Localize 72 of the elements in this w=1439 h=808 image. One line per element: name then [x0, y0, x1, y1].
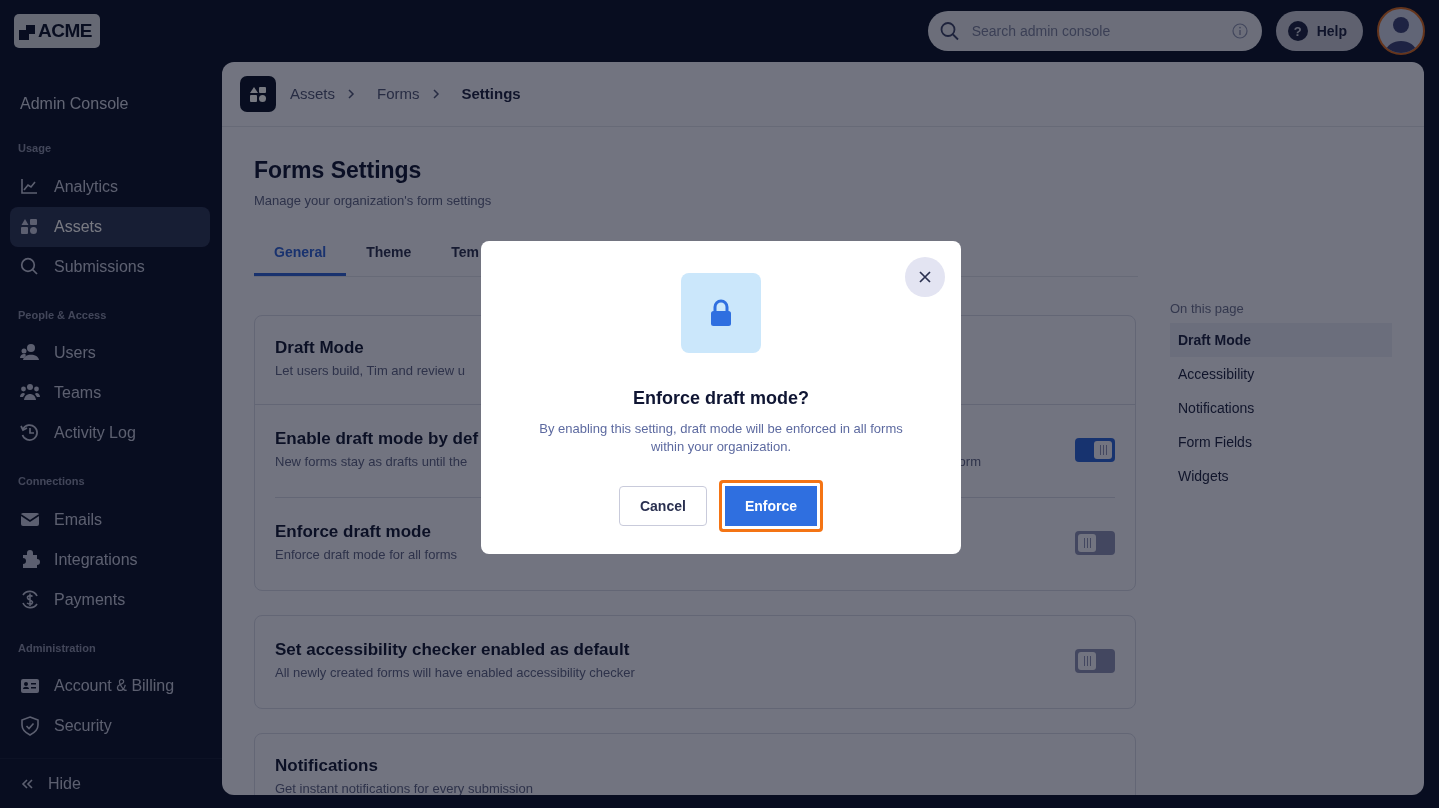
- help-icon: ?: [1287, 21, 1308, 41]
- sidebar-item[interactable]: Account & Billing: [10, 666, 210, 706]
- chevron-icon: [431, 88, 440, 100]
- setting-title: Enable draft mode by def: [275, 429, 479, 450]
- section-heading: Usage: [17, 141, 53, 156]
- close-button[interactable]: [905, 257, 945, 297]
- info-icon: [1231, 23, 1248, 39]
- group-icon: [20, 383, 40, 403]
- sidebar-item[interactable]: Security: [10, 706, 210, 746]
- toc-heading: On this page: [1170, 300, 1245, 318]
- card-description: Let users build, Tim and review u: [275, 362, 467, 381]
- shapes-icon: [20, 216, 40, 237]
- sidebar-item[interactable]: Analytics: [10, 166, 210, 207]
- toggle-switch[interactable]: [1075, 531, 1115, 556]
- breadcrumb-current: Settings: [461, 83, 521, 104]
- hide-button[interactable]: Hide: [0, 758, 222, 808]
- sidebar-item[interactable]: Assets: [10, 206, 210, 247]
- logo[interactable]: ACME: [14, 13, 100, 49]
- enforce-button[interactable]: Enforce: [718, 480, 823, 532]
- page-subtitle: Manage your organization's form settings: [254, 191, 493, 210]
- section-heading: People & Access: [17, 307, 108, 323]
- search-icon: [939, 21, 959, 41]
- card-description: Get instant notifications for every submission: [275, 780, 534, 795]
- section-heading: Connections: [17, 474, 86, 489]
- card-title: Notifications: [275, 756, 379, 777]
- chevron-icon: [347, 88, 355, 100]
- sidebar-item[interactable]: Submissions: [10, 246, 210, 287]
- toc-link[interactable]: Draft Mode: [1170, 322, 1392, 357]
- tab[interactable]: General: [254, 238, 347, 277]
- id-card-icon: [20, 676, 40, 696]
- toggle-switch[interactable]: [1075, 438, 1115, 463]
- close-icon: [919, 271, 931, 283]
- toc-link[interactable]: Form Fields: [1170, 424, 1392, 459]
- puzzle-icon: [20, 549, 40, 570]
- toc-link[interactable]: Notifications: [1170, 390, 1392, 425]
- assets-icon: [240, 76, 276, 112]
- cancel-button[interactable]: Cancel: [618, 486, 707, 526]
- setting-description: New forms stay as drafts until the: [275, 453, 468, 472]
- toc-link[interactable]: Widgets: [1170, 458, 1392, 493]
- shield-icon: [20, 716, 40, 736]
- avatar[interactable]: [1377, 7, 1425, 55]
- sidebar-item[interactable]: Teams: [10, 373, 210, 413]
- breadcrumb-link[interactable]: Forms: [377, 82, 420, 106]
- search-icon: [20, 256, 40, 277]
- dialog-title: Enforce draft mode?: [633, 387, 809, 410]
- collapse-icon: [20, 776, 34, 791]
- sidebar-item[interactable]: Users: [10, 333, 210, 373]
- history-icon: [20, 423, 40, 443]
- setting-title: Set accessibility checker enabled as default: [275, 640, 630, 661]
- users-icon: [20, 343, 40, 363]
- dialog-message: By enabling this setting, draft mode will be enforced in all forms within your organization.: [538, 420, 904, 456]
- sidebar-item[interactable]: Emails: [10, 499, 210, 540]
- sidebar-item[interactable]: Integrations: [10, 539, 210, 580]
- sidebar-title: Admin Console: [19, 94, 130, 114]
- setting-description: All newly created forms will have enabled accessibility checker: [275, 664, 635, 683]
- lock-icon: [681, 273, 761, 353]
- toggle-switch[interactable]: [1075, 649, 1115, 674]
- sidebar-item[interactable]: Payments: [10, 579, 210, 620]
- setting-title: Enforce draft mode: [275, 522, 431, 543]
- dollar-icon: [20, 589, 40, 610]
- tab[interactable]: Tem: [431, 238, 499, 277]
- page-title: Forms Settings: [254, 157, 423, 185]
- breadcrumb-link[interactable]: Assets: [290, 82, 335, 106]
- sidebar-item[interactable]: Activity Log: [10, 413, 210, 453]
- section-heading: Administration: [17, 640, 97, 656]
- toc-link[interactable]: Accessibility: [1170, 356, 1392, 391]
- card-title: Draft Mode: [275, 338, 365, 359]
- logo-text: ACME: [38, 18, 92, 43]
- chart-icon: [20, 176, 40, 197]
- setting-description: Enforce draft mode for all forms: [275, 546, 458, 565]
- help-button[interactable]: ? Help: [1275, 11, 1363, 51]
- tab[interactable]: Theme: [346, 238, 432, 277]
